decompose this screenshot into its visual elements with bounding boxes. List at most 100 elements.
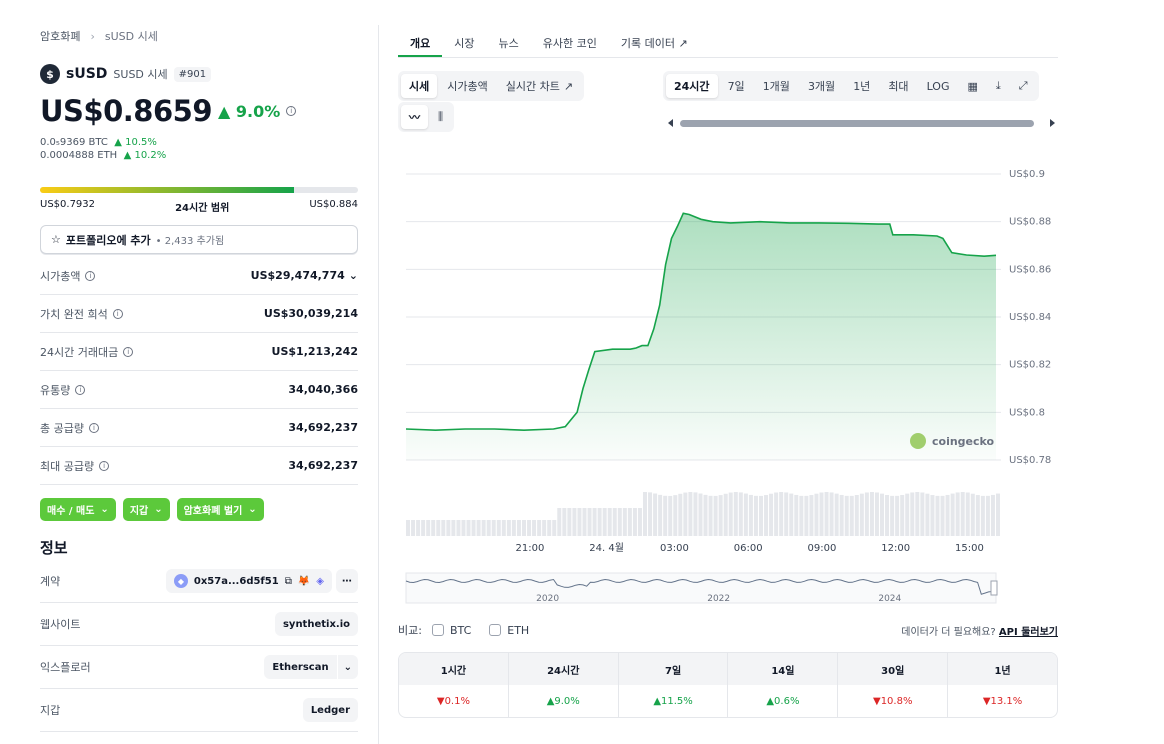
- volume-bar: [885, 495, 890, 536]
- volume-bar: [506, 520, 511, 536]
- volume-bar: [421, 520, 426, 536]
- range-1m[interactable]: 1개월: [755, 74, 798, 98]
- tab-price[interactable]: 시세: [401, 74, 438, 98]
- tab-markets[interactable]: 시장: [442, 30, 486, 57]
- volume-bar: [990, 494, 995, 536]
- btc-price: 0.0₅9369 BTC: [40, 137, 108, 148]
- volume-bar: [597, 508, 602, 536]
- volume-bar: [869, 492, 874, 536]
- more-button[interactable]: ⋯: [336, 569, 358, 593]
- scroll-left-icon[interactable]: [668, 119, 673, 127]
- info-icon[interactable]: i: [123, 346, 134, 357]
- wallet-connect-icon[interactable]: ◈: [316, 576, 324, 587]
- chevron-down-icon[interactable]: ⌄: [337, 655, 358, 679]
- info-icon[interactable]: i: [286, 106, 297, 116]
- navigator[interactable]: 2020 2022 2024: [405, 572, 998, 604]
- scroll-thumb[interactable]: [680, 120, 1034, 127]
- volume-bar: [895, 495, 900, 536]
- volume-bar: [582, 508, 587, 536]
- btc-checkbox[interactable]: [431, 624, 444, 636]
- x-tick-label: 24. 4월: [589, 542, 624, 554]
- y-tick-label: US$0.84: [1009, 312, 1051, 323]
- volume-bar: [844, 495, 849, 536]
- tab-historical-data[interactable]: 기록 데이터 ↗: [609, 30, 700, 57]
- api-link[interactable]: API 둘러보기: [999, 627, 1058, 638]
- tab-news[interactable]: 뉴스: [487, 30, 531, 57]
- expand-icon[interactable]: ⤢: [1011, 74, 1036, 98]
- info-icon[interactable]: i: [88, 422, 99, 433]
- arrow-down-icon: ▼: [436, 695, 445, 707]
- earn-button[interactable]: 암호화폐 벌기 ⌄: [176, 498, 264, 521]
- wallet-button[interactable]: 지갑 ⌄: [122, 498, 170, 521]
- breadcrumb-root[interactable]: 암호화폐: [40, 28, 80, 44]
- arrow-up-icon: ▲: [546, 695, 555, 707]
- x-tick-label: 03:00: [660, 543, 689, 554]
- performance-period: 7일: [619, 653, 729, 685]
- performance-period: 1시간: [399, 653, 509, 685]
- stat-max-supply: 최대 공급량 i 34,692,237: [40, 447, 358, 485]
- volume-bar: [688, 492, 693, 536]
- range-max[interactable]: 최대: [880, 74, 916, 98]
- website-link[interactable]: synthetix.io: [274, 612, 358, 636]
- volume-bar: [864, 492, 869, 536]
- performance-change: ▲ 9.0%: [509, 685, 619, 717]
- x-tick-label: 06:00: [734, 543, 763, 554]
- volume-bar: [476, 520, 481, 536]
- buy-sell-label: 매수 / 매도: [47, 506, 95, 517]
- line-chart-icon[interactable]: 〰: [401, 105, 428, 129]
- volume-bar: [890, 495, 895, 536]
- contract-chip[interactable]: ◆ 0x57a...6d5f51 ⧉ 🦊 ◈: [165, 569, 332, 593]
- add-to-portfolio-button[interactable]: ☆ 포트폴리오에 추가 • 2,433 추가됨: [40, 225, 358, 254]
- range-24h[interactable]: 24시간: [666, 74, 718, 98]
- eth-change-value: 10.2%: [134, 150, 167, 161]
- info-icon[interactable]: i: [75, 384, 86, 395]
- btc-label: BTC: [449, 623, 472, 637]
- chevron-down-icon: ⌄: [154, 504, 163, 515]
- current-price: US$0.8659: [40, 94, 213, 128]
- price-chart[interactable]: US$0.9 US$0.88 US$0.86 US$0.84 US$0.82 US$0.8…: [398, 160, 1058, 610]
- eth-checkbox[interactable]: [489, 624, 502, 636]
- tab-live-chart[interactable]: 실시간 차트 ↗: [498, 74, 581, 98]
- volume-bar: [874, 492, 879, 536]
- candlestick-icon[interactable]: ⫼: [430, 105, 451, 129]
- metamask-icon[interactable]: 🦊: [298, 576, 310, 587]
- ledger-link[interactable]: Ledger: [302, 698, 358, 722]
- tab-market-cap[interactable]: 시가총액: [439, 74, 495, 98]
- volume-bar: [426, 520, 431, 536]
- range-log[interactable]: LOG: [919, 74, 958, 98]
- download-icon[interactable]: ⤓: [988, 74, 1009, 98]
- chevron-down-icon[interactable]: ⌄: [349, 269, 358, 282]
- tab-overview[interactable]: 개요: [398, 30, 443, 57]
- stat-volume: 24시간 거래대금 i US$1,213,242: [40, 333, 358, 371]
- eth-change: ▲ 10.2%: [120, 150, 167, 161]
- navigator-handle[interactable]: [990, 580, 998, 596]
- info-icon[interactable]: i: [85, 270, 96, 281]
- volume-bar: [461, 520, 466, 536]
- volume-bar: [703, 494, 708, 536]
- range-labels: US$0.7932 24시간 범위 US$0.884: [40, 199, 358, 214]
- range-7d[interactable]: 7일: [720, 74, 753, 98]
- volume-bar: [794, 494, 799, 536]
- copy-icon[interactable]: ⧉: [285, 576, 292, 587]
- volume-bar: [965, 492, 970, 536]
- buy-sell-button[interactable]: 매수 / 매도 ⌄: [40, 498, 116, 521]
- volume-bar: [738, 492, 743, 536]
- info-icon[interactable]: i: [99, 460, 110, 471]
- performance-header: 1시간 24시간 7일 14일 30일 1년: [399, 653, 1057, 685]
- breadcrumb-current: sUSD 시세: [104, 30, 158, 43]
- info-icon[interactable]: i: [112, 308, 123, 319]
- volume-bar: [683, 492, 688, 536]
- y-tick-label: US$0.9: [1009, 169, 1045, 180]
- range-1y[interactable]: 1년: [845, 74, 878, 98]
- wallet-info-label: 지갑: [40, 704, 61, 717]
- calendar-icon[interactable]: ▦: [959, 74, 985, 98]
- range-3m[interactable]: 3개월: [800, 74, 843, 98]
- range-scrollbar[interactable]: [666, 117, 1056, 129]
- scroll-right-icon[interactable]: [1050, 119, 1055, 127]
- tab-similar-coins[interactable]: 유사한 코인: [531, 30, 609, 57]
- contract-address: 0x57a...6d5f51: [193, 575, 279, 587]
- volume-bar: [592, 508, 597, 536]
- explorer-link[interactable]: Etherscan: [264, 655, 337, 679]
- coin-logo-icon: $: [40, 64, 60, 84]
- volume-bar: [612, 508, 617, 536]
